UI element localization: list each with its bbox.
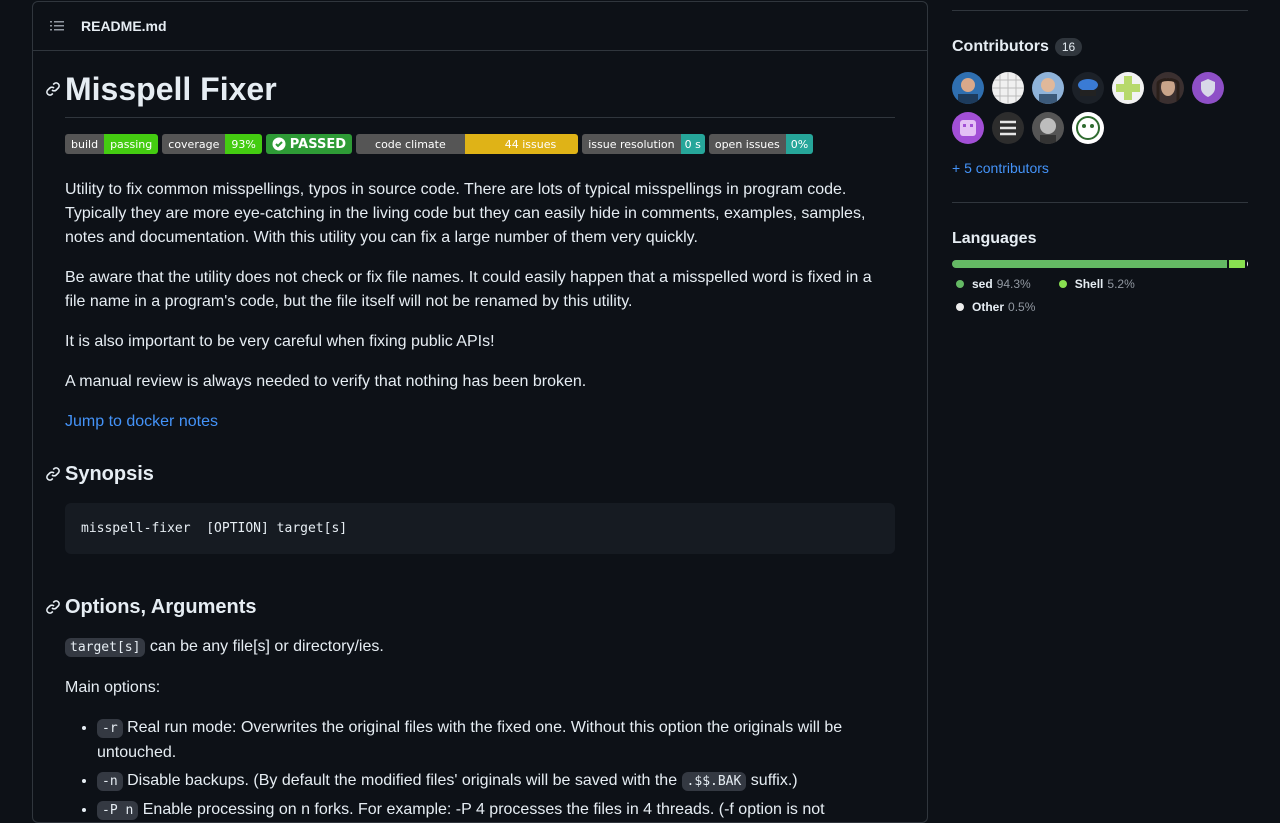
language-dot — [1058, 279, 1067, 288]
avatar[interactable] — [1152, 72, 1184, 104]
languages-list: sed 94.3% Shell 5.2% Other 0.5% — [952, 272, 1248, 318]
language-percent: 94.3% — [996, 276, 1031, 291]
readme-panel: README.md Misspell Fixer build passing c… — [32, 1, 928, 823]
more-contributors-link[interactable]: + 5 contributors — [952, 160, 1248, 176]
badge-label: open issues — [708, 134, 786, 154]
language-dot — [956, 279, 964, 288]
docker-notes-link[interactable]: Jump to docker notes — [65, 413, 218, 430]
avatar[interactable] — [952, 72, 984, 104]
badge-label: issue resolution — [582, 134, 681, 154]
readme-header: README.md — [33, 2, 927, 51]
synopsis-code-block: misspell-fixer [OPTION] target[s] — [65, 503, 895, 554]
coverage-badge[interactable]: coverage 93% — [162, 134, 262, 154]
badge-row: build passing coverage 93% PASSED code c… — [65, 134, 895, 154]
badge-value: 93% — [225, 134, 262, 154]
language-bar-segment — [1229, 260, 1245, 268]
main-options-label: Main options: — [65, 679, 161, 696]
passed-badge[interactable]: PASSED — [265, 134, 353, 154]
avatar[interactable] — [1072, 72, 1104, 104]
badge-value: 0 s — [680, 134, 705, 154]
language-item-other[interactable]: Other 0.5% — [952, 295, 1035, 318]
target-paragraph: target[s] can be any file[s] or director… — [65, 635, 895, 660]
table-of-contents-icon[interactable] — [49, 18, 65, 34]
manual-review-paragraph: A manual review is always needed to veri… — [65, 373, 587, 390]
link-icon[interactable] — [45, 81, 61, 97]
option-text: Real run mode: Overwrites the original f… — [97, 719, 843, 761]
language-name: Other — [972, 299, 1005, 314]
language-dot — [956, 302, 964, 311]
intro-paragraph: Utility to fix common misspellings, typo… — [65, 181, 866, 246]
language-name: Shell — [1074, 276, 1104, 291]
list-item: -n Disable backups. (By default the modi… — [97, 769, 895, 794]
avatar[interactable] — [952, 112, 984, 144]
option-text: Enable processing on n forks. For exampl… — [138, 801, 825, 818]
api-warning-paragraph: It is also important to be very careful … — [65, 333, 495, 350]
readme-title: Misspell Fixer — [46, 71, 895, 118]
options-heading-text: Options, Arguments — [65, 596, 257, 618]
target-text: can be any file[s] or directory/ies. — [145, 638, 384, 655]
badge-value: 44 issues — [464, 134, 579, 154]
open-issues-badge[interactable]: open issues 0% — [708, 134, 814, 154]
avatar[interactable] — [1032, 72, 1064, 104]
issue-resolution-badge[interactable]: issue resolution 0 s — [582, 134, 705, 154]
avatar[interactable] — [1072, 112, 1104, 144]
link-icon[interactable] — [45, 466, 61, 482]
option-text: suffix.) — [746, 772, 798, 789]
sidebar-divider — [952, 202, 1248, 203]
contributors-heading-text: Contributors — [952, 38, 1049, 55]
code-climate-badge[interactable]: code climate 44 issues — [356, 134, 579, 154]
title-text: Misspell Fixer — [65, 71, 277, 107]
language-item-shell[interactable]: Shell 5.2% — [1055, 272, 1135, 295]
option-text: Disable backups. (By default the modifie… — [122, 772, 682, 789]
badge-value: 0% — [785, 134, 814, 154]
badge-label: code climate — [356, 134, 465, 154]
contributors-count: 16 — [1054, 38, 1083, 56]
list-item: -r Real run mode: Overwrites the origina… — [97, 716, 895, 765]
readme-filename: README.md — [81, 18, 167, 34]
options-list: -r Real run mode: Overwrites the origina… — [65, 716, 895, 822]
readme-content: Misspell Fixer build passing coverage 93… — [46, 51, 895, 822]
avatar[interactable] — [992, 112, 1024, 144]
avatar[interactable] — [1032, 112, 1064, 144]
languages-heading: Languages — [952, 230, 1037, 247]
badge-value: PASSED — [289, 136, 347, 152]
build-badge[interactable]: build passing — [65, 134, 159, 154]
option-flag: -P n — [97, 801, 139, 820]
options-heading: Options, Arguments — [46, 595, 895, 619]
link-icon[interactable] — [45, 599, 61, 615]
check-circle-icon — [272, 137, 286, 151]
language-name: sed — [972, 276, 993, 291]
sidebar-divider — [952, 10, 1248, 11]
option-flag: -r — [97, 719, 123, 738]
contributor-avatars — [952, 72, 1248, 144]
avatar[interactable] — [992, 72, 1024, 104]
docker-link-paragraph: Jump to docker notes — [65, 410, 895, 434]
sidebar: Contributors 16 + 5 contributors Languag… — [952, 0, 1248, 318]
option-code: .$$.BAK — [681, 772, 747, 791]
list-item: -P n Enable processing on n forks. For e… — [97, 798, 895, 822]
badge-label: build — [65, 134, 105, 154]
contributors-heading[interactable]: Contributors 16 — [952, 38, 1248, 56]
filenames-paragraph: Be aware that the utility does not check… — [65, 269, 872, 310]
avatar[interactable] — [1112, 72, 1144, 104]
badge-label: coverage — [162, 134, 226, 154]
language-percent: 5.2% — [1107, 276, 1135, 291]
language-bar-segment — [952, 260, 1228, 268]
target-code: target[s] — [65, 638, 146, 657]
avatar[interactable] — [1192, 72, 1224, 104]
language-item-sed[interactable]: sed 94.3% — [952, 272, 1031, 295]
synopsis-heading-text: Synopsis — [65, 463, 154, 485]
language-bar-segment — [1246, 260, 1248, 268]
badge-value: passing — [104, 134, 159, 154]
languages-bar — [952, 260, 1248, 268]
option-flag: -n — [97, 772, 123, 791]
synopsis-heading: Synopsis — [46, 462, 895, 486]
language-percent: 0.5% — [1008, 299, 1036, 314]
